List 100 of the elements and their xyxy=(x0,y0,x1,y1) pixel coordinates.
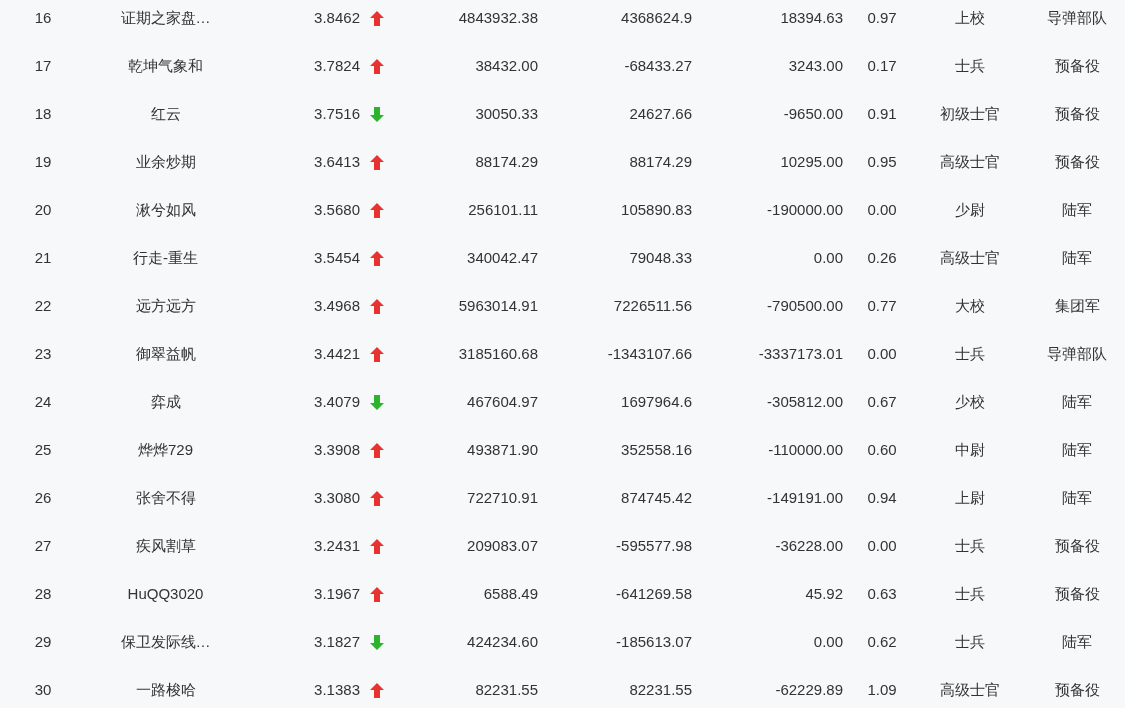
user-name: 乾坤气象和 xyxy=(128,56,203,74)
table-cell: 3185160.68 xyxy=(458,344,538,362)
table-cell: -305812.00 xyxy=(767,392,843,410)
score-value: 3.1827 xyxy=(314,631,360,652)
table-cell: 45.92 xyxy=(805,584,843,602)
table-cell: 82231.55 xyxy=(475,680,538,698)
score-value: 3.6413 xyxy=(314,151,360,172)
table-cell: 424234.60 xyxy=(467,632,538,650)
score-value: 3.4079 xyxy=(314,391,360,412)
rank-number: 19 xyxy=(34,152,52,170)
military-rank: 士兵 xyxy=(955,584,985,602)
unit-name: 陆军 xyxy=(1062,632,1092,650)
rank-number: 22 xyxy=(34,296,52,314)
table-cell: 88174.29 xyxy=(629,152,692,170)
table-cell: 0.62 xyxy=(867,632,897,650)
table-cell: 0.00 xyxy=(813,248,843,266)
rank-number: 28 xyxy=(34,584,52,602)
user-name: 保卫发际线… xyxy=(120,632,211,650)
table-cell: -68433.27 xyxy=(624,56,692,74)
table-cell: 722710.91 xyxy=(467,488,538,506)
user-name: 张舍不得 xyxy=(135,488,196,506)
military-rank: 初级士官 xyxy=(940,104,1000,122)
score-value: 3.1383 xyxy=(314,679,360,700)
rank-number: 26 xyxy=(34,488,52,506)
user-name: 远方远方 xyxy=(135,296,196,314)
table-cell: 340042.47 xyxy=(467,248,538,266)
table-cell: 467604.97 xyxy=(467,392,538,410)
rank-number: 21 xyxy=(34,248,52,266)
table-cell: 874745.42 xyxy=(621,488,692,506)
table-cell: 493871.90 xyxy=(467,440,538,458)
table-cell: 352558.16 xyxy=(621,440,692,458)
table-cell: 256101.11 xyxy=(468,200,538,218)
military-rank: 士兵 xyxy=(955,344,985,362)
rank-number: 17 xyxy=(34,56,52,74)
score-value: 3.5680 xyxy=(314,199,360,220)
table-cell: -110000.00 xyxy=(768,440,843,458)
unit-name: 导弹部队 xyxy=(1047,344,1107,362)
table-cell: 0.00 xyxy=(867,344,897,362)
user-name: 湫兮如风 xyxy=(135,200,196,218)
user-name: HuQQ3020 xyxy=(127,584,204,602)
table-cell: -595577.98 xyxy=(616,536,692,554)
table-cell: 0.77 xyxy=(867,296,897,314)
table-cell: 0.17 xyxy=(867,56,897,74)
user-name: 疾风割草 xyxy=(135,536,196,554)
unit-name: 陆军 xyxy=(1062,392,1092,410)
table-cell: 0.91 xyxy=(867,104,897,122)
table-cell: 88174.29 xyxy=(475,152,538,170)
table-cell: -185613.07 xyxy=(616,632,692,650)
table-cell: 5963014.91 xyxy=(458,296,538,314)
unit-name: 预备役 xyxy=(1054,536,1100,554)
rank-number: 29 xyxy=(34,632,52,650)
military-rank: 中尉 xyxy=(955,440,985,458)
table-cell: 10295.00 xyxy=(780,152,843,170)
table-cell: -36228.00 xyxy=(775,536,843,554)
table-cell: 38432.00 xyxy=(475,56,538,74)
table-cell: -3337173.01 xyxy=(758,344,843,362)
military-rank: 上校 xyxy=(955,8,985,26)
table-cell: 0.00 xyxy=(813,632,843,650)
rank-number: 30 xyxy=(34,680,52,698)
table-cell: 1697964.6 xyxy=(621,392,692,410)
user-name: 行走-重生 xyxy=(133,248,198,266)
score-value: 3.1967 xyxy=(314,583,360,604)
military-rank: 大校 xyxy=(955,296,985,314)
score-value: 3.8462 xyxy=(314,7,360,28)
table-cell: 0.63 xyxy=(867,584,897,602)
table-cell: 18394.63 xyxy=(780,8,843,26)
score-value: 3.3908 xyxy=(314,439,360,460)
military-rank: 士兵 xyxy=(955,536,985,554)
user-name: 证期之家盘… xyxy=(120,8,211,26)
table-cell: 82231.55 xyxy=(629,680,692,698)
table-cell: 24627.66 xyxy=(629,104,692,122)
table-cell: 0.00 xyxy=(867,200,897,218)
table-cell: 105890.83 xyxy=(621,200,692,218)
military-rank: 少校 xyxy=(955,392,985,410)
table-cell: -62229.89 xyxy=(775,680,843,698)
table-cell: 0.94 xyxy=(867,488,897,506)
unit-name: 集团军 xyxy=(1054,296,1100,314)
user-name: 红云 xyxy=(150,104,181,122)
table-cell: 0.97 xyxy=(867,8,897,26)
military-rank: 士兵 xyxy=(955,56,985,74)
table-cell: 0.67 xyxy=(867,392,897,410)
unit-name: 导弹部队 xyxy=(1047,8,1107,26)
unit-name: 预备役 xyxy=(1054,680,1100,698)
rank-number: 23 xyxy=(34,344,52,362)
rank-number: 18 xyxy=(34,104,52,122)
table-cell: 209083.07 xyxy=(467,536,538,554)
user-name: 弈成 xyxy=(150,392,181,410)
rank-number: 16 xyxy=(34,8,52,26)
rank-number: 20 xyxy=(34,200,52,218)
user-name: 御翠益帆 xyxy=(135,344,196,362)
table-cell: 0.60 xyxy=(867,440,897,458)
score-value: 3.2431 xyxy=(314,535,360,556)
score-value: 3.4968 xyxy=(314,295,360,316)
table-cell: 3243.00 xyxy=(788,56,843,74)
score-value: 3.5454 xyxy=(314,247,360,268)
rank-number: 24 xyxy=(34,392,52,410)
military-rank: 上尉 xyxy=(955,488,985,506)
unit-name: 陆军 xyxy=(1062,248,1092,266)
score-value: 3.7824 xyxy=(314,55,360,76)
table-cell: 0.26 xyxy=(867,248,897,266)
